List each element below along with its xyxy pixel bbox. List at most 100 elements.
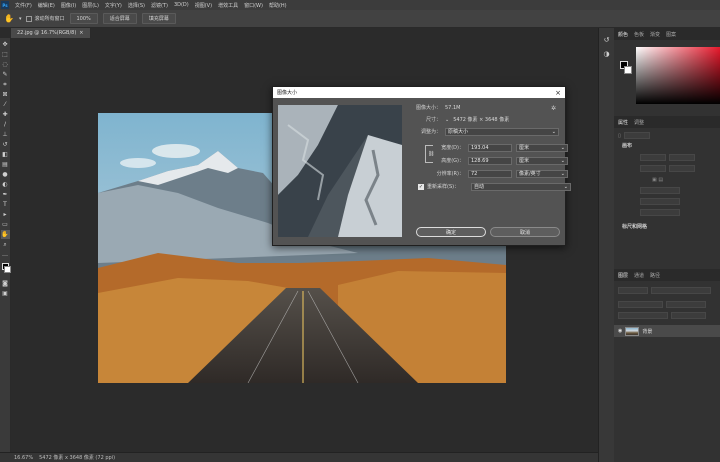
status-zoom[interactable]: 16.67% <box>14 455 33 461</box>
pen-tool-icon[interactable]: ✒ <box>1 190 10 199</box>
image-size-label: 图像大小： <box>415 105 441 111</box>
canvas-position-row <box>618 164 716 173</box>
frame-tool-icon[interactable]: ⊠ <box>1 90 10 99</box>
zoom-tool-icon[interactable]: ⌕ <box>1 240 10 249</box>
mode-row <box>618 197 716 206</box>
document-tab[interactable]: 22.jpg @ 16.7%(RGB/8) × <box>11 28 91 38</box>
menu-select[interactable]: 选择(S) <box>125 2 148 9</box>
resample-select[interactable]: 自动 ⌄ <box>471 182 571 191</box>
chevron-down-icon[interactable]: ▾ <box>19 16 22 22</box>
marquee-tool-icon[interactable]: ⬚ <box>1 50 10 59</box>
width-unit-select[interactable]: 厘米 ⌄ <box>516 143 568 152</box>
chevron-down-icon: ⌄ <box>560 144 565 151</box>
healing-brush-tool-icon[interactable]: ✚ <box>1 110 10 119</box>
layer-filter-field[interactable] <box>618 287 648 294</box>
width-input[interactable]: 193.04 <box>468 143 512 152</box>
menu-3d[interactable]: 3D(D) <box>171 2 192 8</box>
crop-tool-icon[interactable]: ⌗ <box>1 80 10 89</box>
image-size-value: 57.1M <box>445 104 461 111</box>
menu-layer[interactable]: 图层(L) <box>79 2 102 9</box>
gear-icon[interactable]: ✲ <box>551 105 556 112</box>
tab-paths[interactable]: 路径 <box>650 272 660 279</box>
layer-thumbnail <box>625 326 640 336</box>
tab-channels[interactable]: 通道 <box>634 272 644 279</box>
screen-mode-icon[interactable]: ▣ <box>1 289 10 298</box>
hand-tool-icon[interactable]: ✋ <box>4 14 14 23</box>
tab-color[interactable]: 颜色 <box>618 31 628 38</box>
cancel-button[interactable]: 取消 <box>490 227 560 237</box>
opacity-field[interactable] <box>666 301 706 308</box>
tab-adjustments[interactable]: 调整 <box>634 119 644 126</box>
history-brush-tool-icon[interactable]: ↺ <box>1 140 10 149</box>
depth-field <box>640 209 680 216</box>
tab-layers[interactable]: 图层 <box>618 272 628 279</box>
height-unit-select[interactable]: 厘米 ⌄ <box>516 156 568 165</box>
rectangle-tool-icon[interactable]: ▭ <box>1 220 10 229</box>
canvas-section-title: 画布 <box>622 143 633 149</box>
menu-edit[interactable]: 编辑(E) <box>35 2 58 9</box>
layer-row[interactable]: ◉ 背景 <box>614 325 720 337</box>
tab-gradients[interactable]: 渐变 <box>650 31 660 38</box>
type-tool-icon[interactable]: T <box>1 200 10 209</box>
resample-checkbox[interactable]: ✓ <box>418 183 424 190</box>
menu-window[interactable]: 窗口(W) <box>241 2 266 9</box>
close-icon[interactable]: × <box>79 30 83 36</box>
menu-file[interactable]: 文件(F) <box>12 2 35 9</box>
menu-filter[interactable]: 滤镜(T) <box>148 2 171 9</box>
gradient-tool-icon[interactable]: ▤ <box>1 160 10 169</box>
ok-button[interactable]: 确定 <box>416 227 486 237</box>
mode-field <box>640 198 680 205</box>
resolution-unit-select[interactable]: 像素/英寸 ⌄ <box>516 169 568 178</box>
move-tool-icon[interactable]: ✥ <box>1 40 10 49</box>
lasso-tool-icon[interactable]: ◌ <box>1 60 10 69</box>
height-input[interactable]: 128.69 <box>468 156 512 165</box>
dodge-tool-icon[interactable]: ◐ <box>1 180 10 189</box>
eyedropper-tool-icon[interactable]: ⁄ <box>1 100 10 109</box>
lock-options[interactable] <box>618 312 668 319</box>
fill-screen-button[interactable]: 填充屏幕 <box>141 13 176 24</box>
eye-icon[interactable]: ◉ <box>618 328 622 334</box>
rulers-grid-section-title[interactable]: 标尺和网格 <box>622 223 716 230</box>
background-color-swatch[interactable] <box>624 66 632 74</box>
chevron-down-icon: ⌄ <box>551 128 556 135</box>
brush-tool-icon[interactable]: ∕ <box>1 120 10 129</box>
adjustments-icon[interactable]: ◑ <box>603 50 609 58</box>
preview-image <box>278 105 402 237</box>
scroll-all-windows-checkbox[interactable]: 滚动所有窗口 <box>26 15 65 22</box>
menu-help[interactable]: 帮助(H) <box>266 2 290 9</box>
more-tools-icon[interactable]: … <box>1 250 10 259</box>
history-icon[interactable]: ↺ <box>604 36 610 44</box>
close-icon[interactable]: × <box>555 89 561 97</box>
tab-swatches[interactable]: 色板 <box>634 31 644 38</box>
canvas-width-field <box>640 154 666 161</box>
dialog-preview[interactable] <box>278 105 402 237</box>
tab-patterns[interactable]: 图案 <box>666 31 676 38</box>
path-select-tool-icon[interactable]: ▸ <box>1 210 10 219</box>
chevron-down-icon: ⌄ <box>560 170 565 177</box>
quick-mask-icon[interactable]: ◙ <box>1 279 10 288</box>
hand-tool-icon[interactable]: ✋ <box>0 230 10 239</box>
eraser-tool-icon[interactable]: ◧ <box>1 150 10 159</box>
resolution-row: 分辨率(R)： 72 像素/英寸 ⌄ <box>418 169 568 178</box>
width-row: 宽度(D)： 193.04 厘米 ⌄ <box>418 143 568 152</box>
background-color-swatch[interactable] <box>3 266 11 273</box>
menu-image[interactable]: 图像(I) <box>58 2 79 9</box>
quick-select-tool-icon[interactable]: ✎ <box>1 70 10 79</box>
chevron-down-icon[interactable]: ⌄ <box>445 117 449 123</box>
zoom-100-button[interactable]: 100% <box>69 13 98 24</box>
menu-plugins[interactable]: 增效工具 <box>215 2 241 9</box>
fill-field[interactable] <box>671 312 706 319</box>
layer-name: 背景 <box>642 328 653 335</box>
fit-screen-button[interactable]: 适合屏幕 <box>102 13 137 24</box>
fit-to-select[interactable]: 原稿大小 ⌄ <box>445 127 559 136</box>
menu-view[interactable]: 视图(V) <box>192 2 215 9</box>
blend-mode-select[interactable] <box>618 301 663 308</box>
stamp-tool-icon[interactable]: ⊥ <box>1 130 10 139</box>
canvas-size-row <box>618 153 716 162</box>
tab-properties[interactable]: 属性 <box>618 119 628 126</box>
menu-type[interactable]: 文字(Y) <box>102 2 125 9</box>
orientation-row: ▣ ▤ <box>618 175 716 184</box>
color-picker-field[interactable] <box>636 47 720 104</box>
blur-tool-icon[interactable]: ● <box>1 170 10 179</box>
resolution-input[interactable]: 72 <box>468 169 512 178</box>
